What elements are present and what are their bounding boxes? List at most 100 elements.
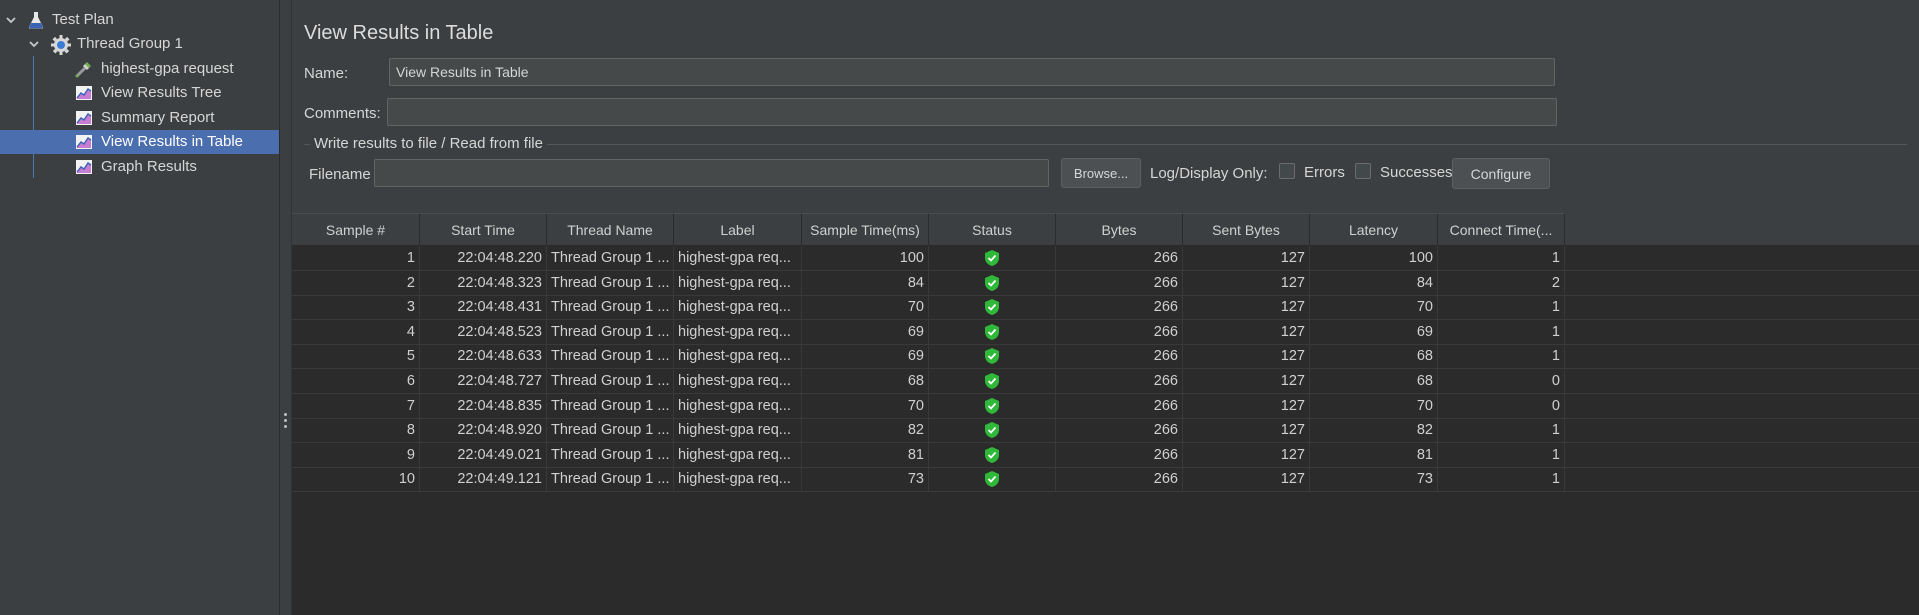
cell-bytes: 266	[1056, 319, 1183, 344]
cell-sample-number: 9	[292, 442, 420, 467]
tree-item-view-results-tree[interactable]: View Results Tree	[0, 81, 279, 105]
success-shield-icon	[984, 397, 1000, 415]
tree-item-test-plan[interactable]: Test Plan	[0, 8, 279, 32]
cell-label: highest-gpa req...	[674, 442, 802, 467]
cell-sample-number: 4	[292, 319, 420, 344]
tree-item-graph-results[interactable]: Graph Results	[0, 155, 279, 179]
column-header-connect-time[interactable]: Connect Time(...	[1438, 213, 1565, 245]
cell-sent-bytes: 127	[1183, 246, 1310, 270]
browse-button[interactable]: Browse...	[1061, 158, 1141, 188]
success-shield-icon	[984, 372, 1000, 390]
chevron-down-icon[interactable]	[5, 14, 17, 26]
graph-icon	[74, 83, 94, 103]
errors-checkbox[interactable]	[1279, 163, 1295, 179]
cell-sample-time: 70	[802, 393, 929, 418]
cell-bytes: 266	[1056, 418, 1183, 443]
success-shield-icon	[984, 347, 1000, 365]
gear-icon	[50, 34, 71, 55]
tree-item-label: View Results in Table	[101, 133, 244, 150]
cell-connect-time: 1	[1438, 467, 1565, 492]
cell-bytes: 266	[1056, 295, 1183, 320]
cell-latency: 73	[1310, 467, 1438, 492]
table-row[interactable]: 1 22:04:48.220 Thread Group 1 ... highest-g…	[292, 246, 1919, 271]
column-header-bytes[interactable]: Bytes	[1056, 213, 1183, 245]
name-label: Name:	[304, 65, 349, 82]
table-row[interactable]: 5 22:04:48.633 Thread Group 1 ... highest-g…	[292, 344, 1919, 370]
table-row[interactable]: 6 22:04:48.727 Thread Group 1 ... highest-g…	[292, 369, 1919, 394]
table-row[interactable]: 9 22:04:49.021 Thread Group 1 ... highest-g…	[292, 442, 1919, 468]
cell-connect-time: 1	[1438, 344, 1565, 369]
flask-icon	[26, 10, 46, 30]
graph-icon	[74, 157, 94, 177]
cell-thread-name: Thread Group 1 ...	[547, 246, 674, 270]
cell-thread-name: Thread Group 1 ...	[547, 467, 674, 492]
table-row[interactable]: 4 22:04:48.523 Thread Group 1 ... highest-g…	[292, 319, 1919, 345]
cell-label: highest-gpa req...	[674, 319, 802, 344]
table-row[interactable]: 8 22:04:48.920 Thread Group 1 ... highest-g…	[292, 418, 1919, 444]
status-cell	[929, 393, 1056, 418]
cell-thread-name: Thread Group 1 ...	[547, 442, 674, 467]
cell-label: highest-gpa req...	[674, 246, 802, 270]
cell-label: highest-gpa req...	[674, 369, 802, 393]
cell-connect-time: 1	[1438, 246, 1565, 270]
configure-button[interactable]: Configure	[1452, 158, 1550, 189]
column-header-thread-name[interactable]: Thread Name	[547, 213, 674, 245]
cell-label: highest-gpa req...	[674, 344, 802, 369]
cell-bytes: 266	[1056, 270, 1183, 295]
cell-latency: 70	[1310, 295, 1438, 320]
cell-sample-time: 69	[802, 319, 929, 344]
column-header-sample-time[interactable]: Sample Time(ms)	[802, 213, 929, 245]
name-field[interactable]: View Results in Table	[389, 58, 1555, 86]
tree-item-view-results-in-table[interactable]: View Results in Table	[0, 130, 279, 154]
cell-start-time: 22:04:48.835	[420, 393, 547, 418]
column-header-sample-number[interactable]: Sample #	[292, 213, 420, 245]
cell-sent-bytes: 127	[1183, 270, 1310, 295]
table-row[interactable]: 3 22:04:48.431 Thread Group 1 ... highest-g…	[292, 295, 1919, 321]
tree-item-label: Thread Group 1	[77, 35, 183, 52]
status-cell	[929, 295, 1056, 320]
table-header: Sample # Start Time Thread Name Label Sample…	[292, 213, 1919, 246]
comments-field[interactable]	[387, 98, 1557, 126]
success-shield-icon	[984, 446, 1000, 464]
success-shield-icon	[984, 249, 1000, 267]
cell-sample-number: 6	[292, 369, 420, 393]
cell-connect-time: 1	[1438, 418, 1565, 443]
column-header-status[interactable]: Status	[929, 213, 1056, 245]
cell-start-time: 22:04:48.920	[420, 418, 547, 443]
chevron-down-icon[interactable]	[28, 38, 40, 50]
status-cell	[929, 418, 1056, 443]
status-cell	[929, 467, 1056, 492]
successes-checkbox[interactable]	[1355, 163, 1371, 179]
cell-sample-time: 73	[802, 467, 929, 492]
splitter-grip-dot	[284, 419, 287, 422]
cell-sample-number: 5	[292, 344, 420, 369]
cell-sample-time: 81	[802, 442, 929, 467]
pane-splitter[interactable]	[280, 0, 292, 615]
tree-item-summary-report[interactable]: Summary Report	[0, 106, 279, 130]
test-plan-tree[interactable]: Test Plan Thread Group 1 highest-gpa req…	[0, 0, 280, 615]
column-header-label[interactable]: Label	[674, 213, 802, 245]
tree-item-highest-gpa-request[interactable]: highest-gpa request	[0, 57, 279, 81]
table-row[interactable]: 2 22:04:48.323 Thread Group 1 ... highest-g…	[292, 270, 1919, 296]
column-header-start-time[interactable]: Start Time	[420, 213, 547, 245]
cell-bytes: 266	[1056, 467, 1183, 492]
cell-latency: 68	[1310, 344, 1438, 369]
cell-start-time: 22:04:48.431	[420, 295, 547, 320]
column-header-latency[interactable]: Latency	[1310, 213, 1438, 245]
successes-label: Successes	[1380, 164, 1453, 181]
tree-item-label: Graph Results	[101, 158, 197, 175]
cell-sample-number: 1	[292, 246, 420, 270]
status-cell	[929, 442, 1056, 467]
results-table[interactable]: Sample # Start Time Thread Name Label Sample…	[292, 213, 1919, 615]
filename-field[interactable]	[374, 159, 1049, 187]
table-row[interactable]: 7 22:04:48.835 Thread Group 1 ... highest-g…	[292, 393, 1919, 419]
table-row[interactable]: 10 22:04:49.121 Thread Group 1 ... highest-…	[292, 467, 1919, 493]
cell-connect-time: 0	[1438, 393, 1565, 418]
tree-item-thread-group[interactable]: Thread Group 1	[0, 32, 279, 56]
status-cell	[929, 344, 1056, 369]
cell-start-time: 22:04:48.323	[420, 270, 547, 295]
column-header-sent-bytes[interactable]: Sent Bytes	[1183, 213, 1310, 245]
cell-sent-bytes: 127	[1183, 418, 1310, 443]
status-cell	[929, 369, 1056, 393]
cell-bytes: 266	[1056, 442, 1183, 467]
